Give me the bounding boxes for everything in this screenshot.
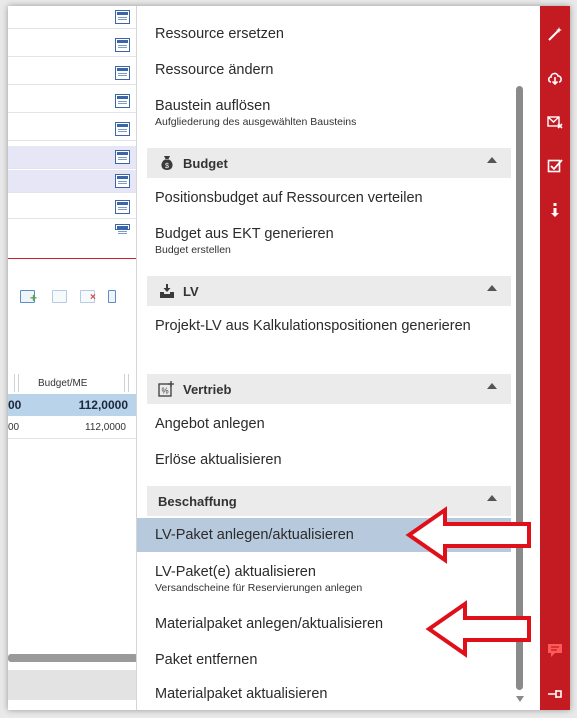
right-action-bar [540,6,570,710]
form-icon[interactable] [115,66,130,80]
cell-value: 112,0000 [78,398,128,412]
menu-item-label: Materialpaket aktualisieren [155,686,328,702]
section-label: Vertrieb [183,382,232,397]
form-icon[interactable] [115,94,130,108]
table-row-selected[interactable]: 00 112,0000 [8,394,138,416]
menu-item-projekt-lv-generieren[interactable]: Projekt-LV aus Kalkulationspositionen ge… [137,316,511,336]
menu-item-label: Angebot anlegen [155,416,265,432]
percent-tag-icon: % [158,381,174,397]
add-item-icon[interactable] [52,290,67,303]
magic-wand-icon[interactable] [547,26,563,42]
table-row[interactable] [8,118,138,141]
section-label: LV [183,284,199,299]
checkbox-icon[interactable] [547,158,563,174]
table-row-selected[interactable] [8,170,138,193]
money-bag-icon: $ [161,156,173,170]
background-table-panel: + × Budget/ME 00 112,0000 00 112,0000 [8,6,138,710]
form-icon[interactable] [115,224,130,232]
form-icon[interactable] [115,200,130,214]
section-header-budget[interactable]: $ Budget [147,148,511,178]
collapse-caret-icon[interactable] [487,285,497,291]
mail-error-icon[interactable] [547,114,563,130]
table-row[interactable] [8,220,138,232]
splitter-line[interactable] [8,258,138,259]
menu-item-angebot-anlegen[interactable]: Angebot anlegen [137,414,511,434]
pin-icon[interactable] [547,686,563,702]
plus-icon: + [30,291,38,305]
menu-item-erloese-aktualisieren[interactable]: Erlöse aktualisieren [137,450,511,470]
menu-item-label: Budget aus EKT generieren [155,226,334,242]
background-toolbar: + × [8,284,138,308]
chat-alert-icon[interactable] [547,642,563,658]
cell-value: 00 [8,422,20,433]
horizontal-scrollbar[interactable] [8,654,138,662]
table-row[interactable] [8,34,138,57]
form-icon[interactable] [115,122,130,136]
copy-icon[interactable] [108,290,116,303]
annotation-arrow [425,600,531,658]
menu-item-materialpaket-aktualisieren[interactable]: Materialpaket aktualisieren [137,684,511,704]
table-row-selected[interactable] [8,146,138,169]
section-header-lv[interactable]: LV [147,276,511,306]
menu-item-label: Erlöse aktualisieren [155,452,282,468]
svg-text:%: % [161,387,168,396]
column-header-budget-me[interactable]: Budget/ME [38,378,87,389]
menu-item-lv-pakete-aktualisieren[interactable]: LV-Paket(e) aktualisieren Versandscheine… [137,562,511,595]
menu-item-label: Projekt-LV aus Kalkulationspositionen ge… [155,318,471,334]
column-divider[interactable] [128,374,129,392]
menu-item-label: Ressource ändern [155,62,274,78]
section-header-vertrieb[interactable]: % Vertrieb [147,374,511,404]
collapse-caret-icon[interactable] [487,383,497,389]
menu-item-subtitle: Budget erstellen [155,244,231,256]
menu-item-baustein-aufloesen[interactable]: Baustein auflösen Aufgliederung des ausg… [137,96,511,129]
status-strip [8,670,138,700]
form-icon[interactable] [115,174,130,188]
cell-value: 112,0000 [85,422,126,433]
collapse-caret-icon[interactable] [487,157,497,163]
menu-item-subtitle: Aufgliederung des ausgewählten Bausteins [155,116,357,128]
section-label: Budget [183,156,228,171]
section-label: Beschaffung [158,494,237,509]
menu-item-positionsbudget[interactable]: Positionsbudget auf Ressourcen verteilen [137,188,511,208]
form-icon[interactable] [115,38,130,52]
cloud-download-icon[interactable] [547,70,563,86]
menu-item-label: Ressource ersetzen [155,26,284,42]
collapse-caret-icon[interactable] [487,495,497,501]
menu-item-ressource-ersetzen[interactable]: Ressource ersetzen [137,24,511,44]
form-icon[interactable] [115,10,130,24]
table-row[interactable] [8,6,138,29]
scroll-down-arrow-icon[interactable] [516,696,524,702]
column-divider[interactable] [124,374,125,392]
table-row[interactable] [8,62,138,85]
table-row[interactable]: 00 112,0000 [8,416,138,439]
form-icon[interactable] [115,150,130,164]
menu-item-label: Baustein auflösen [155,98,271,114]
info-download-icon[interactable] [547,202,563,218]
table-row[interactable] [8,196,138,219]
app-window: + × Budget/ME 00 112,0000 00 112,0000 Re… [8,6,570,710]
inbox-download-icon [160,284,174,298]
table-header: Budget/ME [8,372,138,394]
menu-item-ressource-aendern[interactable]: Ressource ändern [137,60,511,80]
menu-item-budget-aus-ekt[interactable]: Budget aus EKT generieren Budget erstell… [137,224,511,257]
column-divider[interactable] [14,374,15,392]
x-icon: × [90,292,96,303]
column-divider[interactable] [18,374,19,392]
menu-item-subtitle: Versandscheine für Reservierungen anlege… [155,582,363,594]
svg-text:$: $ [165,163,169,170]
table-row[interactable] [8,90,138,113]
annotation-arrow [405,506,531,564]
menu-item-label: Positionsbudget auf Ressourcen verteilen [155,190,423,206]
cell-value: 00 [8,398,22,412]
